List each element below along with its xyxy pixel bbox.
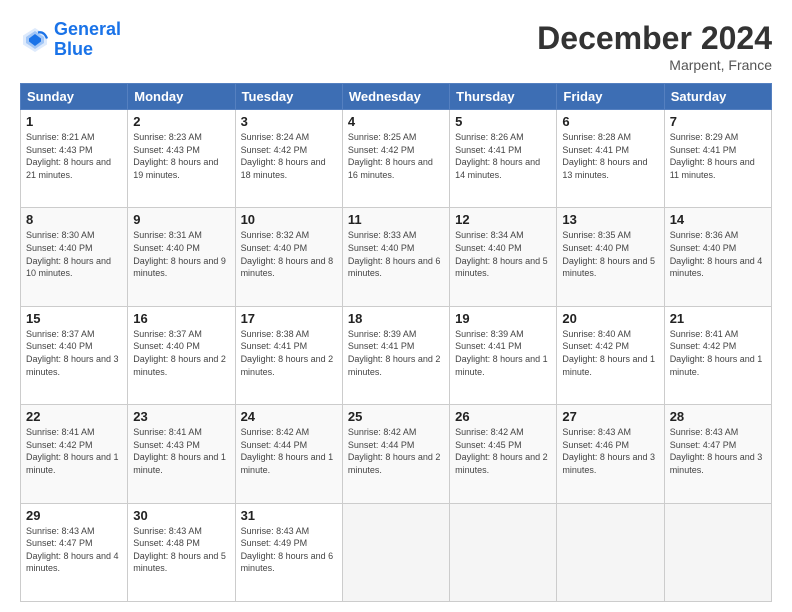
day-cell: 27 Sunrise: 8:43 AM Sunset: 4:46 PM Dayl… [557,405,664,503]
header-sunday: Sunday [21,84,128,110]
subtitle: Marpent, France [537,57,772,73]
day-cell: 31 Sunrise: 8:43 AM Sunset: 4:49 PM Dayl… [235,503,342,601]
week-row: 8 Sunrise: 8:30 AM Sunset: 4:40 PM Dayli… [21,208,772,306]
week-row: 15 Sunrise: 8:37 AM Sunset: 4:40 PM Dayl… [21,306,772,404]
day-cell: 8 Sunrise: 8:30 AM Sunset: 4:40 PM Dayli… [21,208,128,306]
header-monday: Monday [128,84,235,110]
day-cell: 29 Sunrise: 8:43 AM Sunset: 4:47 PM Dayl… [21,503,128,601]
week-row: 22 Sunrise: 8:41 AM Sunset: 4:42 PM Dayl… [21,405,772,503]
header-saturday: Saturday [664,84,771,110]
day-cell: 11 Sunrise: 8:33 AM Sunset: 4:40 PM Dayl… [342,208,449,306]
logo: General Blue [20,20,121,60]
week-row: 29 Sunrise: 8:43 AM Sunset: 4:47 PM Dayl… [21,503,772,601]
day-cell: 7 Sunrise: 8:29 AM Sunset: 4:41 PM Dayli… [664,110,771,208]
day-cell: 12 Sunrise: 8:34 AM Sunset: 4:40 PM Dayl… [450,208,557,306]
title-area: December 2024 Marpent, France [537,20,772,73]
empty-cell [557,503,664,601]
header-thursday: Thursday [450,84,557,110]
day-cell: 17 Sunrise: 8:38 AM Sunset: 4:41 PM Dayl… [235,306,342,404]
day-cell: 18 Sunrise: 8:39 AM Sunset: 4:41 PM Dayl… [342,306,449,404]
week-row: 1 Sunrise: 8:21 AM Sunset: 4:43 PM Dayli… [21,110,772,208]
calendar: Sunday Monday Tuesday Wednesday Thursday… [20,83,772,602]
logo-text: General Blue [54,20,121,60]
header-wednesday: Wednesday [342,84,449,110]
day-cell: 19 Sunrise: 8:39 AM Sunset: 4:41 PM Dayl… [450,306,557,404]
day-cell: 13 Sunrise: 8:35 AM Sunset: 4:40 PM Dayl… [557,208,664,306]
day-cell: 3 Sunrise: 8:24 AM Sunset: 4:42 PM Dayli… [235,110,342,208]
day-cell: 24 Sunrise: 8:42 AM Sunset: 4:44 PM Dayl… [235,405,342,503]
header-friday: Friday [557,84,664,110]
day-cell: 9 Sunrise: 8:31 AM Sunset: 4:40 PM Dayli… [128,208,235,306]
day-cell: 21 Sunrise: 8:41 AM Sunset: 4:42 PM Dayl… [664,306,771,404]
empty-cell [342,503,449,601]
day-cell: 28 Sunrise: 8:43 AM Sunset: 4:47 PM Dayl… [664,405,771,503]
day-cell: 30 Sunrise: 8:43 AM Sunset: 4:48 PM Dayl… [128,503,235,601]
day-cell: 20 Sunrise: 8:40 AM Sunset: 4:42 PM Dayl… [557,306,664,404]
day-cell: 23 Sunrise: 8:41 AM Sunset: 4:43 PM Dayl… [128,405,235,503]
day-cell: 15 Sunrise: 8:37 AM Sunset: 4:40 PM Dayl… [21,306,128,404]
day-cell: 2 Sunrise: 8:23 AM Sunset: 4:43 PM Dayli… [128,110,235,208]
day-cell: 10 Sunrise: 8:32 AM Sunset: 4:40 PM Dayl… [235,208,342,306]
empty-cell [450,503,557,601]
day-cell: 6 Sunrise: 8:28 AM Sunset: 4:41 PM Dayli… [557,110,664,208]
page: General Blue December 2024 Marpent, Fran… [0,0,792,612]
main-title: December 2024 [537,20,772,57]
day-cell: 25 Sunrise: 8:42 AM Sunset: 4:44 PM Dayl… [342,405,449,503]
header-tuesday: Tuesday [235,84,342,110]
day-cell: 14 Sunrise: 8:36 AM Sunset: 4:40 PM Dayl… [664,208,771,306]
day-cell: 1 Sunrise: 8:21 AM Sunset: 4:43 PM Dayli… [21,110,128,208]
day-cell: 5 Sunrise: 8:26 AM Sunset: 4:41 PM Dayli… [450,110,557,208]
header: General Blue December 2024 Marpent, Fran… [20,20,772,73]
weekday-header-row: Sunday Monday Tuesday Wednesday Thursday… [21,84,772,110]
day-cell: 16 Sunrise: 8:37 AM Sunset: 4:40 PM Dayl… [128,306,235,404]
day-cell: 4 Sunrise: 8:25 AM Sunset: 4:42 PM Dayli… [342,110,449,208]
day-cell: 22 Sunrise: 8:41 AM Sunset: 4:42 PM Dayl… [21,405,128,503]
empty-cell [664,503,771,601]
day-cell: 26 Sunrise: 8:42 AM Sunset: 4:45 PM Dayl… [450,405,557,503]
logo-icon [20,25,50,55]
